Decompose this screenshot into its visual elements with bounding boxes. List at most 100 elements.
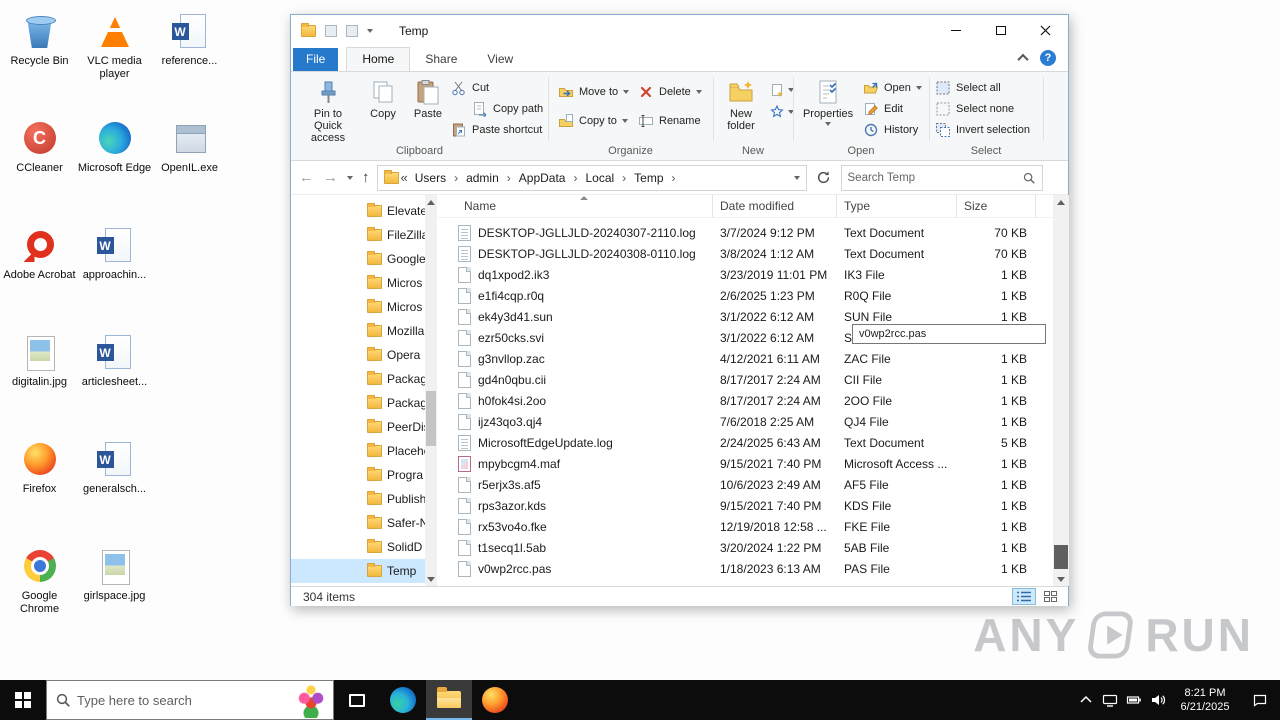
select-all-button[interactable]: Select all — [931, 77, 1034, 98]
file-row[interactable]: DESKTOP-JGLLJLD-20240307-2110.log 3/7/20… — [438, 222, 1053, 243]
edit-button[interactable]: Edit — [859, 98, 926, 119]
explorer-search-input[interactable] — [847, 171, 1018, 184]
file-list-scrollbar[interactable] — [1053, 195, 1069, 586]
start-button[interactable] — [0, 680, 46, 720]
history-button[interactable]: History — [859, 119, 926, 140]
nav-folder-item[interactable]: PeerDis — [291, 415, 425, 439]
desktop-icon[interactable]: girlspace.jpg — [77, 543, 152, 650]
taskbar-firefox-button[interactable] — [472, 680, 518, 720]
recent-locations-caret-icon[interactable] — [347, 175, 353, 180]
breadcrumb-item[interactable]: Temp › — [629, 171, 678, 185]
tray-show-hidden-icons-button[interactable] — [1074, 680, 1098, 720]
nav-folder-item[interactable]: Micros — [291, 295, 425, 319]
nav-folder-item[interactable]: SolidD — [291, 535, 425, 559]
nav-folder-item[interactable]: Opera — [291, 343, 425, 367]
back-button[interactable]: ← — [299, 170, 314, 185]
nav-folder-item[interactable]: Placeho — [291, 439, 425, 463]
file-row[interactable]: DESKTOP-JGLLJLD-20240308-0110.log 3/8/20… — [438, 243, 1053, 264]
file-row[interactable]: g3nvllop.zac 4/12/2021 6:11 AM ZAC File … — [438, 348, 1053, 369]
close-button[interactable] — [1023, 16, 1068, 46]
file-row[interactable]: r5erjx3s.af5 10/6/2023 2:49 AM AF5 File … — [438, 474, 1053, 495]
thumbnails-view-button[interactable] — [1038, 588, 1062, 605]
breadcrumb-item[interactable]: Local › — [580, 171, 629, 185]
chevron-right-icon[interactable]: › — [504, 171, 514, 185]
file-list-scrollbar-thumb[interactable] — [1054, 545, 1068, 569]
desktop-icon[interactable]: approachin... — [77, 222, 152, 329]
nav-folder-item[interactable]: Progra — [291, 463, 425, 487]
explorer-search-box[interactable] — [840, 164, 1043, 191]
file-row[interactable]: h0fok4si.2oo 8/17/2017 2:24 AM 2OO File … — [438, 390, 1053, 411]
chevron-right-icon[interactable]: › — [669, 171, 679, 185]
file-row[interactable]: rx53vo4o.fke 12/19/2018 12:58 ... FKE Fi… — [438, 516, 1053, 537]
nav-folder-item[interactable]: FileZilla — [291, 223, 425, 247]
forward-button[interactable]: → — [323, 170, 338, 185]
file-row[interactable]: dq1xpod2.ik3 3/23/2019 11:01 PM IK3 File… — [438, 264, 1053, 285]
file-row[interactable]: v0wp2rcc.pas 1/18/2023 6:13 AM PAS File … — [438, 558, 1053, 579]
cut-button[interactable]: Cut — [447, 77, 547, 98]
column-header[interactable]: Date modified — [713, 195, 837, 217]
help-icon[interactable]: ? — [1040, 50, 1056, 66]
file-row[interactable]: gd4n0qbu.cii 8/17/2017 2:24 AM CII File … — [438, 369, 1053, 390]
file-row[interactable]: rps3azor.kds 9/15/2021 7:40 PM KDS File … — [438, 495, 1053, 516]
breadcrumb-item[interactable]: admin › — [461, 171, 514, 185]
file-row[interactable]: t1secq1l.5ab 3/20/2024 1:22 PM 5AB File … — [438, 537, 1053, 558]
scroll-up-button[interactable] — [1053, 195, 1069, 209]
desktop-icon[interactable]: digitalin.jpg — [2, 329, 77, 436]
tray-battery-button[interactable] — [1122, 680, 1146, 720]
ribbon-tab[interactable]: Home — [346, 47, 411, 71]
ribbon-tab[interactable]: File — [293, 48, 339, 71]
qat-button-icon[interactable] — [325, 24, 337, 37]
pin-to-quick-access-button[interactable]: Pin to Quick access — [295, 75, 361, 144]
refresh-button[interactable] — [814, 168, 834, 188]
copy-path-button[interactable]: Copy path — [447, 98, 547, 119]
new-folder-button[interactable]: New folder — [715, 75, 767, 132]
scroll-down-button[interactable] — [1053, 572, 1069, 586]
search-highlight-flower-image[interactable] — [297, 682, 325, 718]
select-none-button[interactable]: Select none — [931, 98, 1034, 119]
desktop-icon[interactable]: reference... — [152, 8, 227, 115]
chevron-right-icon[interactable]: › — [451, 171, 461, 185]
paste-shortcut-button[interactable]: Paste shortcut — [447, 119, 547, 140]
nav-scrollbar-thumb[interactable] — [426, 391, 436, 446]
open-button[interactable]: Open — [859, 77, 926, 98]
desktop-icon[interactable]: Recycle Bin — [2, 8, 77, 115]
paste-button[interactable]: Paste — [405, 75, 451, 144]
nav-folder-item[interactable]: Packag — [291, 367, 425, 391]
nav-folder-item[interactable]: Google — [291, 247, 425, 271]
action-center-button[interactable] — [1240, 680, 1280, 720]
column-header[interactable]: Name — [438, 195, 713, 217]
chevron-right-icon[interactable]: › — [570, 171, 580, 185]
collapsed-crumbs-icon[interactable]: « — [399, 170, 410, 185]
desktop-icon[interactable]: Microsoft Edge — [77, 115, 152, 222]
nav-folder-item[interactable]: Micros — [291, 271, 425, 295]
taskbar-edge-button[interactable] — [380, 680, 426, 720]
desktop-icon[interactable]: Google Chrome — [2, 543, 77, 650]
qat-customize-caret-icon[interactable] — [367, 28, 373, 33]
desktop-icon[interactable]: OpenIL.exe — [152, 115, 227, 222]
new-item-button[interactable] — [769, 80, 794, 100]
scroll-up-button[interactable] — [425, 195, 437, 209]
taskbar-explorer-button[interactable] — [426, 680, 472, 720]
nav-folder-item[interactable]: Safer-N — [291, 511, 425, 535]
address-dropdown-caret-icon[interactable] — [793, 175, 800, 180]
breadcrumb[interactable]: « Users › admin › AppData › Local › Temp… — [376, 164, 807, 191]
tray-volume-button[interactable] — [1146, 680, 1170, 720]
easy-access-button[interactable] — [769, 102, 794, 122]
ribbon-tab[interactable]: Share — [410, 48, 472, 71]
invert-selection-button[interactable]: Invert selection — [931, 119, 1034, 140]
nav-scrollbar[interactable] — [425, 195, 437, 586]
nav-folder-item[interactable]: Elevate — [291, 199, 425, 223]
chevron-up-icon[interactable] — [1017, 53, 1029, 66]
details-view-button[interactable] — [1012, 588, 1036, 605]
desktop-icon[interactable]: Firefox — [2, 436, 77, 543]
nav-folder-item[interactable]: Mozilla — [291, 319, 425, 343]
taskbar-search-input[interactable] — [77, 692, 291, 708]
column-header[interactable]: Type — [837, 195, 957, 217]
chevron-right-icon[interactable]: › — [619, 171, 629, 185]
desktop-icon[interactable]: generalsch... — [77, 436, 152, 543]
taskbar-search[interactable] — [46, 680, 334, 720]
file-row[interactable]: MicrosoftEdgeUpdate.log 2/24/2025 6:43 A… — [438, 432, 1053, 453]
breadcrumb-item[interactable]: AppData › — [514, 171, 581, 185]
delete-button[interactable]: Delete — [634, 81, 706, 102]
title-bar[interactable]: Temp — [291, 15, 1068, 46]
